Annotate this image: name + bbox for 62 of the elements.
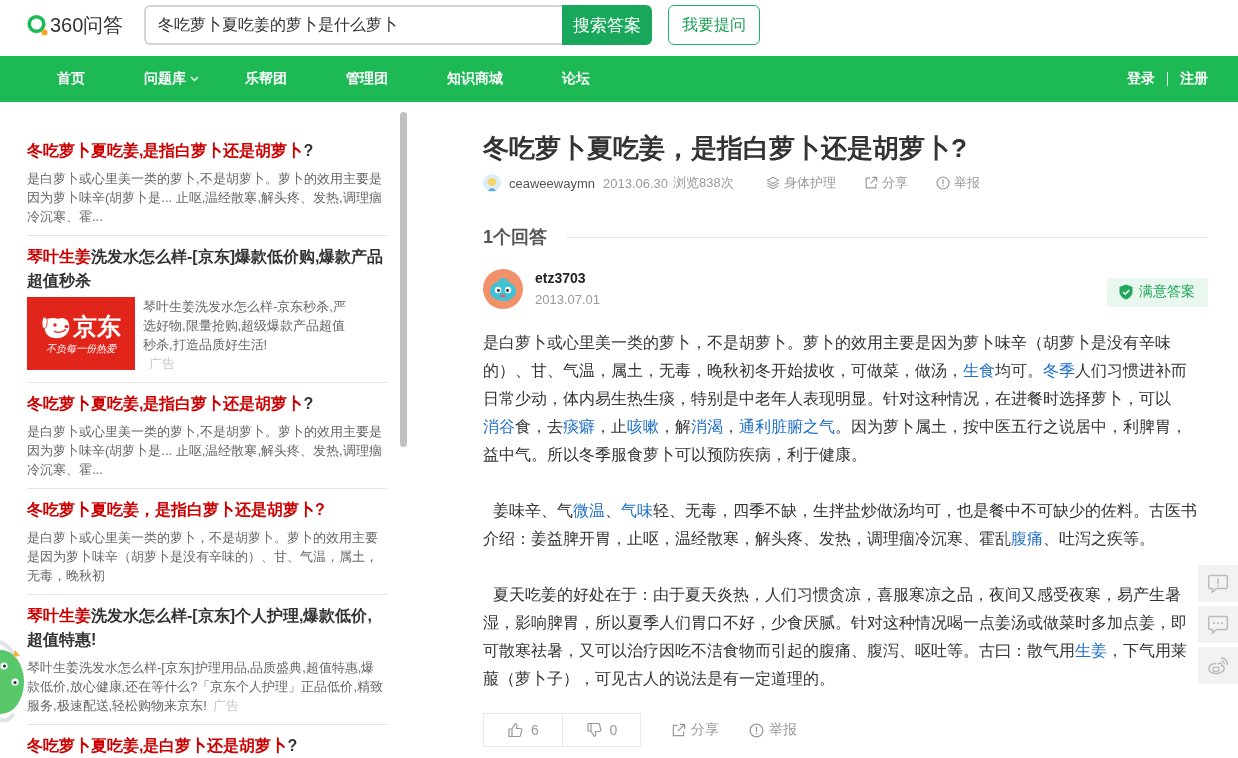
brand-text: 京东 <box>73 312 121 341</box>
text-link[interactable]: 消谷 <box>483 418 515 435</box>
text-link[interactable]: 腹痛 <box>1011 530 1043 547</box>
shield-check-icon <box>1119 284 1133 300</box>
result-title[interactable]: 琴叶生姜洗发水怎么样-[京东]爆款低价购,爆款产品超值秒杀 <box>27 245 387 293</box>
text-link[interactable]: 痰癖 <box>563 418 595 435</box>
layers-icon <box>765 176 780 190</box>
author-name[interactable]: ceaweewaymn <box>509 175 595 191</box>
text-link[interactable]: 通利脏腑之气 <box>739 418 835 435</box>
text-link[interactable]: 生姜 <box>1075 642 1107 659</box>
result-title[interactable]: 冬吃萝卜夏吃姜,是指白萝卜还是胡萝卜? <box>27 392 387 416</box>
answer-paragraph: 是白萝卜或心里美一类的萝卜，不是胡萝卜。萝卜的效用主要是因为萝卜味辛（胡萝卜是没有辛味的）、甘、气温，属土，无毒，晚秋初冬开始拔收，可做菜，做汤，生食均可。冬季人们习惯进补而日常少动，体内易生热生痰，特别是中老年人表现明显。针对这种情况，在进餐时选择萝卜，可以 消谷食，去痰癖，止咳嗽，解消渴，通利脏腑之气。因为萝卜属土，按中医五行之说居中，利脾胃，益中气。所以冬季服食萝卜可以预防疾病，利于健康。 <box>483 333 1188 465</box>
share-link[interactable]: 分享 <box>671 721 719 739</box>
ask-question-button[interactable]: 我要提问 <box>668 5 760 45</box>
text-link[interactable]: 消渴 <box>691 418 723 435</box>
share-link[interactable]: 分享 <box>863 174 908 192</box>
ad-image[interactable]: 京东 不负每一份热爱 <box>27 297 135 370</box>
share-icon <box>863 176 878 190</box>
logo-text[interactable]: 360问答 <box>50 11 124 39</box>
answer-date: 2013.07.01 <box>535 291 601 309</box>
logo-icon[interactable] <box>27 14 48 36</box>
alert-bubble-icon <box>1207 573 1229 594</box>
text-link[interactable]: 咳嗽 <box>627 418 659 435</box>
result-snippet: 是白萝卜或心里美一类的萝卜,不是胡萝卜。萝卜的效用主要是因为萝卜味辛(胡萝卜是... 止呕,温经散寒,解头疼、发热,调理痼冷沉寒、霍... <box>27 170 383 226</box>
result-title[interactable]: 琴叶生姜洗发水怎么样-[京东]个人护理,爆款低价,超值特惠! <box>27 604 387 652</box>
report-link[interactable]: 举报 <box>749 721 797 739</box>
result-title[interactable]: 冬吃萝卜夏吃姜,是白萝卜还是胡萝卜? <box>27 734 387 758</box>
search-button[interactable]: 搜索答案 <box>562 5 652 45</box>
text-link[interactable]: 冬季 <box>1043 362 1075 379</box>
question-title: 冬吃萝卜夏吃姜，是指白萝卜还是胡萝卜? <box>483 132 968 165</box>
scrollbar[interactable] <box>400 112 407 447</box>
answer-paragraph: 姜味辛、气微温、气味轻、无毒，四季不缺，生拌盐炒做汤均可，也是餐中不可缺少的佐料。古医书介绍：姜益脾开胃，止呕，温经散寒，解头疼、发热，调理痼冷沉寒、霍乱腹痛、吐泻之疾等。 <box>483 501 1198 549</box>
weibo-share-button[interactable] <box>1198 647 1238 684</box>
avatar-icon <box>483 269 523 309</box>
weibo-icon <box>1207 655 1229 676</box>
answer-paragraph: 夏天吃姜的好处在于：由于夏天炎热，人们习惯贪凉，喜服寒凉之品，夜间又感受夜寒，易产生暑湿，影响脾胃，所以夏季人们胃口不好，少食厌腻。针对这种情况喝一点姜汤或做菜时多加点姜，即可散寒祛暑，又可以治疗因吃不洁食物而引起的腹痛、腹泻、呕吐等。古曰：散气用生姜，下气用莱菔（萝卜子），可见古人的说法是有一定道理的。 <box>483 585 1188 689</box>
thumbs-up-icon <box>507 722 524 738</box>
ad-description: 琴叶生姜洗发水怎么样-京东秒杀,严选好物,限量抢购,超级爆款产品超值秒杀,打造品质好生活! <box>143 298 347 354</box>
avatar-icon <box>483 174 501 192</box>
exclamation-circle-icon <box>749 722 764 738</box>
exclamation-circle-icon <box>935 176 950 190</box>
report-link[interactable]: 举报 <box>935 174 980 192</box>
thumbs-down-icon <box>585 722 602 738</box>
result-snippet: 是白萝卜或心里美一类的萝卜，不是胡萝卜。萝卜的效用主要是因为萝卜味辛（胡萝卜是没有辛味的）、甘、气温，属土，无毒，晚秋初 <box>27 529 379 585</box>
share-icon <box>671 722 686 738</box>
feedback-button[interactable] <box>1198 565 1238 602</box>
category-link[interactable]: 身体护理 <box>765 174 836 192</box>
slogan-text: 不负每一份热爱 <box>46 342 116 355</box>
badge-label: 满意答案 <box>1139 283 1195 301</box>
post-date: 2013.06.30 <box>603 175 669 191</box>
search-field[interactable]: 冬吃萝卜夏吃姜的萝卜是什么萝卜 <box>144 5 562 45</box>
answers-heading: 1个回答 <box>483 226 547 249</box>
chat-bubble-icon <box>1207 614 1229 635</box>
result-title[interactable]: 冬吃萝卜夏吃姜，是指白萝卜还是胡萝卜? <box>27 498 387 522</box>
text-link[interactable]: 微温 <box>572 502 605 519</box>
result-title[interactable]: 冬吃萝卜夏吃姜,是指白萝卜还是胡萝卜? <box>27 139 387 163</box>
answerer-name[interactable]: etz3703 <box>535 268 586 288</box>
comment-button[interactable] <box>1198 606 1238 643</box>
text-link[interactable]: 气味 <box>620 502 653 519</box>
view-count: 浏览838次 <box>673 174 734 192</box>
text-link[interactable]: 生食 <box>963 362 995 379</box>
result-snippet: 是白萝卜或心里美一类的萝卜,不是胡萝卜。萝卜的效用主要是因为萝卜味辛(胡萝卜是... 止呕,温经散寒,解头疼、发热,调理痼冷沉寒、霍... <box>27 423 383 479</box>
